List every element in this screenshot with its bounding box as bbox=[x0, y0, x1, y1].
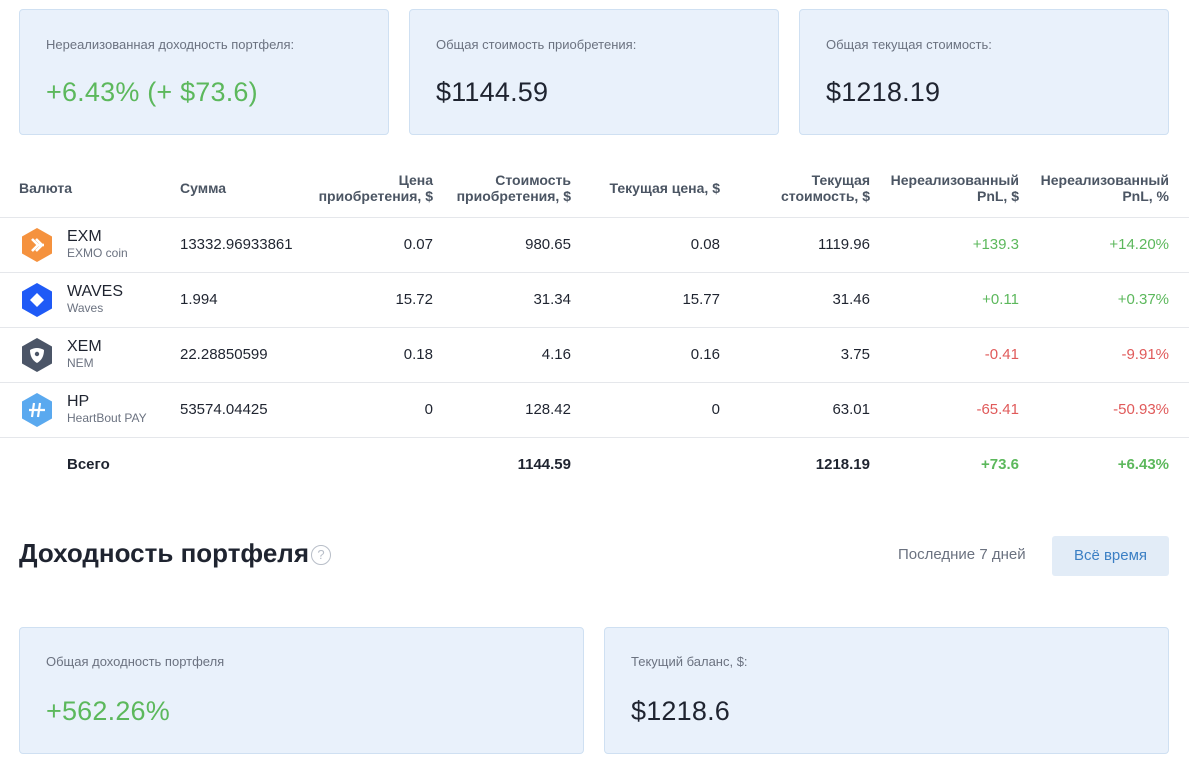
table-row[interactable]: WAVES Waves 1.994 15.72 31.34 15.77 31.46… bbox=[0, 271, 1189, 327]
current-value-cell: 3.75 bbox=[740, 326, 890, 382]
period-all-time-button[interactable]: Всё время bbox=[1052, 536, 1169, 576]
header-pnl-usd[interactable]: Нереализованный PnL, $ bbox=[890, 160, 1039, 217]
header-amount[interactable]: Сумма bbox=[180, 160, 308, 217]
cost-label: Общая стоимость приобретения: bbox=[436, 37, 637, 52]
current-price-cell: 0.16 bbox=[591, 326, 740, 382]
buy-cost-cell: 128.42 bbox=[453, 381, 591, 437]
pnl-usd-cell: -0.41 bbox=[890, 326, 1039, 382]
coin-name: EXMO coin bbox=[67, 245, 128, 260]
cost-card: Общая стоимость приобретения: $1144.59 bbox=[409, 9, 779, 135]
amount-cell: 53574.04425 bbox=[180, 381, 308, 437]
coin-ticker: HP bbox=[67, 392, 90, 410]
coin-ticker: XEM bbox=[67, 337, 102, 355]
profitability-title: Доходность портфеля bbox=[19, 538, 309, 568]
amount-cell: 13332.96933861 bbox=[180, 216, 308, 272]
header-buy-cost[interactable]: Стоимость приобретения, $ bbox=[453, 160, 591, 217]
total-current-value: 1218.19 bbox=[740, 436, 890, 492]
buy-price-cell: 15.72 bbox=[308, 271, 453, 327]
table-row[interactable]: EXM EXMO coin 13332.96933861 0.07 980.65 … bbox=[0, 216, 1189, 272]
nem-icon bbox=[22, 337, 52, 372]
total-profitability-label: Общая доходность портфеля bbox=[46, 654, 225, 669]
unrealized-card: Нереализованная доходность портфеля: +6.… bbox=[19, 9, 389, 135]
header-pnl-pct[interactable]: Нереализованный PnL, % bbox=[1039, 160, 1189, 217]
table-row[interactable]: XEM NEM 22.28850599 0.18 4.16 0.16 3.75 -… bbox=[0, 326, 1189, 382]
buy-cost-cell: 980.65 bbox=[453, 216, 591, 272]
pnl-usd-cell: -65.41 bbox=[890, 381, 1039, 437]
exmo-icon bbox=[22, 227, 52, 262]
amount-cell: 22.28850599 bbox=[180, 326, 308, 382]
total-profitability-card: Общая доходность портфеля +562.26% bbox=[19, 627, 584, 754]
question-icon[interactable]: ? bbox=[311, 545, 331, 565]
pnl-usd-cell: +139.3 bbox=[890, 216, 1039, 272]
total-label: Всего bbox=[67, 456, 110, 474]
header-buy-price[interactable]: Цена приобретения, $ bbox=[308, 160, 453, 217]
header-current-price[interactable]: Текущая цена, $ bbox=[591, 160, 740, 217]
current-value-card: Общая текущая стоимость: $1218.19 bbox=[799, 9, 1169, 135]
current-balance-value: $1218.6 bbox=[631, 696, 730, 726]
current-value-cell: 31.46 bbox=[740, 271, 890, 327]
pnl-pct-cell: -9.91% bbox=[1039, 326, 1189, 382]
amount-cell: 1.994 bbox=[180, 271, 308, 327]
heartbout-icon bbox=[22, 392, 52, 427]
coin-ticker: EXM bbox=[67, 227, 102, 245]
buy-cost-cell: 4.16 bbox=[453, 326, 591, 382]
header-current-value[interactable]: Текущая стоимость, $ bbox=[740, 160, 890, 217]
current-balance-label: Текущий баланс, $: bbox=[631, 654, 748, 669]
buy-cost-cell: 31.34 bbox=[453, 271, 591, 327]
current-price-cell: 15.77 bbox=[591, 271, 740, 327]
coin-ticker: WAVES bbox=[67, 282, 124, 300]
pnl-pct-cell: -50.93% bbox=[1039, 381, 1189, 437]
current-balance-card: Текущий баланс, $: $1218.6 bbox=[604, 627, 1169, 754]
current-value-label: Общая текущая стоимость: bbox=[826, 37, 992, 52]
assets-table: Валюта Сумма Цена приобретения, $ Стоимос… bbox=[0, 160, 1189, 492]
coin-name: Waves bbox=[67, 300, 104, 315]
total-pnl-usd: +73.6 bbox=[890, 436, 1039, 492]
pnl-pct-cell: +14.20% bbox=[1039, 216, 1189, 272]
period-7days-button[interactable]: Последние 7 дней bbox=[898, 546, 1026, 563]
buy-price-cell: 0 bbox=[308, 381, 453, 437]
total-profitability-value: +562.26% bbox=[46, 696, 170, 726]
pnl-pct-cell: +0.37% bbox=[1039, 271, 1189, 327]
buy-price-cell: 0.18 bbox=[308, 326, 453, 382]
table-row[interactable]: HP HeartBout PAY 53574.04425 0 128.42 0 6… bbox=[0, 381, 1189, 437]
waves-icon bbox=[22, 282, 52, 317]
cost-value: $1144.59 bbox=[436, 77, 549, 107]
current-price-cell: 0.08 bbox=[591, 216, 740, 272]
coin-name: NEM bbox=[67, 355, 94, 370]
total-buy-cost: 1144.59 bbox=[453, 436, 591, 492]
unrealized-label: Нереализованная доходность портфеля: bbox=[46, 37, 295, 52]
coin-name: HeartBout PAY bbox=[67, 410, 147, 425]
current-value-value: $1218.19 bbox=[826, 77, 941, 107]
header-currency[interactable]: Валюта bbox=[0, 160, 180, 217]
buy-price-cell: 0.07 bbox=[308, 216, 453, 272]
table-header-row: Валюта Сумма Цена приобретения, $ Стоимос… bbox=[0, 160, 1189, 217]
table-total-row: Всего 1144.59 1218.19 +73.6 +6.43% bbox=[0, 436, 1189, 492]
total-pnl-pct: +6.43% bbox=[1039, 436, 1189, 492]
unrealized-value: +6.43% (+ $73.6) bbox=[46, 77, 258, 107]
current-price-cell: 0 bbox=[591, 381, 740, 437]
current-value-cell: 1119.96 bbox=[740, 216, 890, 272]
pnl-usd-cell: +0.11 bbox=[890, 271, 1039, 327]
current-value-cell: 63.01 bbox=[740, 381, 890, 437]
